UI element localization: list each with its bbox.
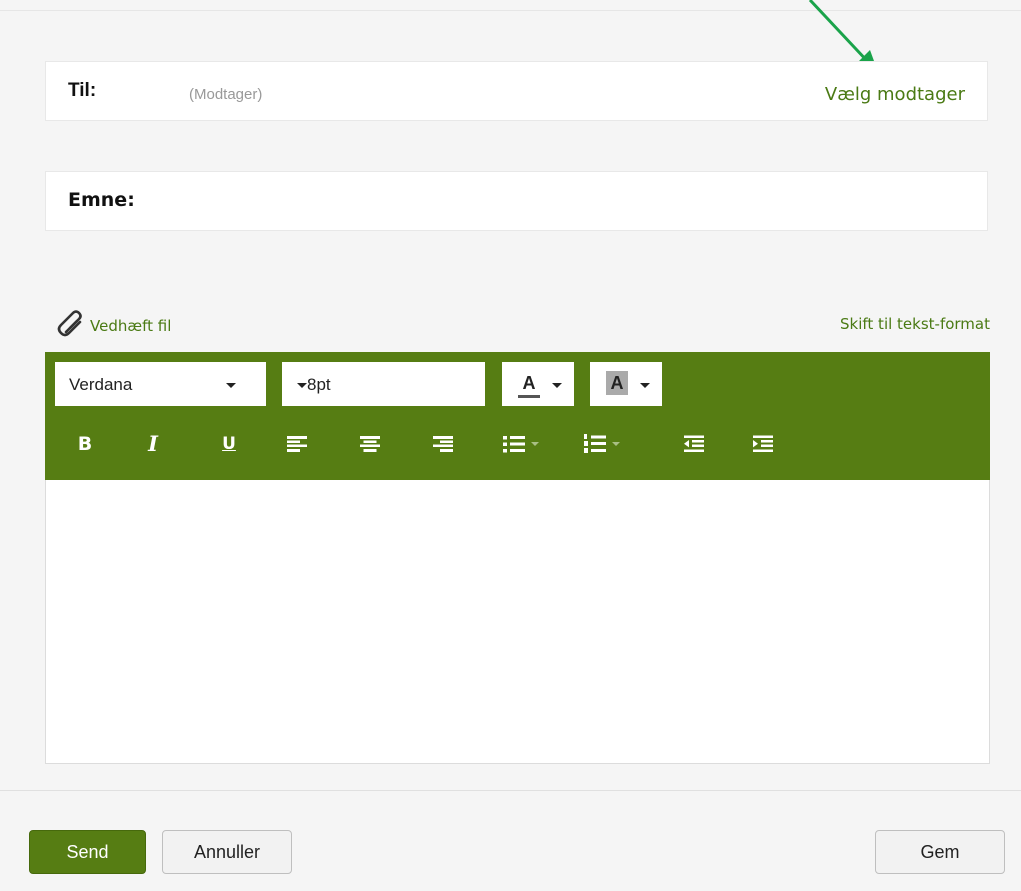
outdent-icon [684, 435, 704, 452]
recipient-placeholder: (Modtager) [189, 86, 263, 103]
bold-icon: B [77, 433, 93, 455]
align-left-button[interactable] [285, 432, 309, 456]
background-color-icon: A [606, 371, 628, 395]
recipient-label: Til: [68, 80, 97, 101]
footer-divider [0, 790, 1021, 791]
paperclip-icon [57, 310, 87, 342]
chevron-down-icon [612, 442, 620, 446]
bullet-list-button[interactable] [503, 432, 539, 456]
numbered-list-button[interactable] [584, 432, 620, 456]
indent-button[interactable] [751, 432, 775, 456]
send-button[interactable]: Send [29, 830, 146, 874]
bullet-list-icon [503, 436, 525, 453]
underline-icon: U [222, 434, 236, 454]
font-size-select[interactable]: 8pt [282, 362, 485, 406]
recipient-field[interactable]: Til: (Modtager) Vælg modtager [45, 61, 988, 121]
attach-file-link[interactable]: Vedhæft fil [57, 310, 172, 342]
bold-button[interactable]: B [73, 432, 97, 456]
subject-field[interactable]: Emne: [45, 171, 988, 231]
subject-label: Emne: [68, 189, 135, 211]
chevron-down-icon [531, 442, 539, 446]
align-center-button[interactable] [358, 432, 382, 456]
chevron-down-icon [640, 383, 650, 388]
outdent-button[interactable] [682, 432, 706, 456]
numbered-list-icon [584, 434, 606, 453]
cancel-button[interactable]: Annuller [162, 830, 292, 874]
font-family-value: Verdana [69, 375, 133, 394]
attach-file-label: Vedhæft fil [90, 317, 172, 335]
align-left-icon [287, 436, 307, 452]
chevron-down-icon [297, 383, 307, 388]
italic-icon: I [148, 431, 158, 456]
underline-button[interactable]: U [217, 432, 241, 456]
font-color-icon: A [518, 371, 540, 398]
save-button[interactable]: Gem [875, 830, 1005, 874]
font-color-button[interactable]: A [502, 362, 574, 406]
font-family-select[interactable]: Verdana [55, 362, 266, 406]
chevron-down-icon [226, 383, 236, 388]
align-right-button[interactable] [431, 432, 455, 456]
italic-button[interactable]: I [141, 432, 165, 456]
choose-recipient-link[interactable]: Vælg modtager [825, 84, 965, 105]
background-color-button[interactable]: A [590, 362, 662, 406]
align-center-icon [360, 436, 380, 452]
editor-toolbar: Verdana 8pt A A B I U [45, 352, 990, 480]
switch-to-text-format-link[interactable]: Skift til tekst-format [840, 315, 990, 333]
indent-icon [753, 435, 773, 452]
font-size-value: 8pt [307, 375, 331, 394]
align-right-icon [433, 436, 453, 452]
chevron-down-icon [552, 383, 562, 388]
message-body-editor[interactable] [45, 480, 990, 764]
